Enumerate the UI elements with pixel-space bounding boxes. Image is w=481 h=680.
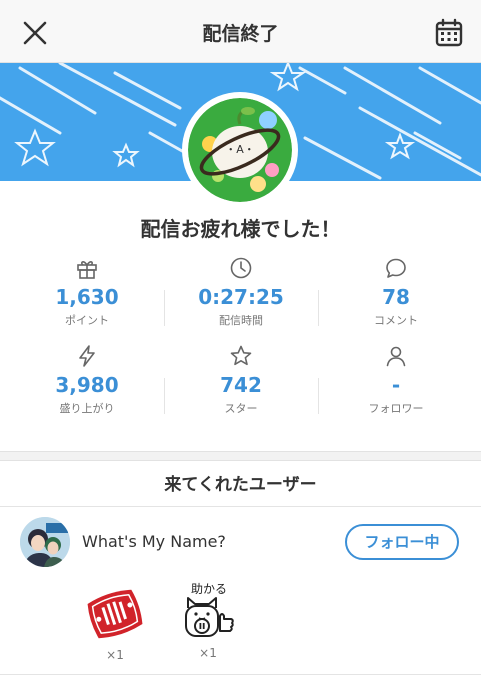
stat-duration: 0:27:25 配信時間 — [181, 256, 301, 328]
user-avatar-image — [20, 517, 70, 567]
divider — [0, 674, 481, 675]
svg-text:・A・: ・A・ — [225, 143, 255, 156]
stat-value: 78 — [382, 285, 410, 309]
stat-divider — [164, 378, 165, 414]
stat-value: 742 — [220, 373, 262, 397]
stat-label: 配信時間 — [219, 314, 263, 327]
stat-value: 3,980 — [55, 373, 119, 397]
divider — [0, 506, 481, 507]
stat-value: - — [391, 373, 401, 397]
following-button[interactable]: フォロー中 — [345, 524, 459, 560]
stat-label: コメント — [374, 314, 418, 327]
comment-icon — [386, 258, 406, 278]
streamer-avatar: ・A・ — [182, 92, 298, 208]
stat-stars: 742 スター — [181, 344, 301, 416]
page-title: 配信終了 — [202, 23, 279, 45]
top-bar: 配信終了 — [0, 0, 481, 63]
stat-divider — [318, 290, 319, 326]
gift-count: ×1 — [106, 648, 124, 662]
gift-icon — [77, 261, 97, 279]
gift-item: 助かる ×1 — [173, 578, 243, 660]
stat-label: ポイント — [65, 314, 109, 327]
user-name[interactable]: What's My Name? — [82, 532, 226, 551]
stat-label: フォロワー — [368, 402, 424, 415]
stat-label: スター — [224, 402, 258, 415]
streamer-avatar-image: ・A・ — [188, 98, 292, 202]
red-stamp-gift-icon — [87, 589, 143, 639]
stat-value: 1,630 — [55, 285, 119, 309]
user-avatar[interactable] — [20, 517, 70, 567]
stat-value: 0:27:25 — [198, 285, 284, 309]
gift-count: ×1 — [199, 646, 217, 660]
calendar-button[interactable] — [432, 16, 466, 50]
stat-followers: - フォロワー — [336, 344, 456, 416]
stat-divider — [318, 378, 319, 414]
lightning-icon — [79, 345, 95, 367]
clock-icon — [230, 257, 252, 279]
stat-excitement: 3,980 盛り上がり — [27, 344, 147, 416]
stat-comments: 78 コメント — [336, 256, 456, 328]
stat-points: 1,630 ポイント — [27, 256, 147, 328]
gift-caption: 助かる — [191, 582, 228, 596]
calendar-icon — [435, 18, 463, 47]
star-icon — [230, 345, 252, 366]
person-icon — [386, 346, 406, 367]
visitors-section-title: 来てくれたユーザー — [164, 475, 317, 495]
stat-label: 盛り上がり — [59, 402, 115, 415]
section-separator — [0, 451, 481, 461]
thanks-message: 配信お疲れ様でした！ — [140, 217, 341, 241]
stat-divider — [164, 290, 165, 326]
gift-item: ×1 — [80, 588, 150, 662]
